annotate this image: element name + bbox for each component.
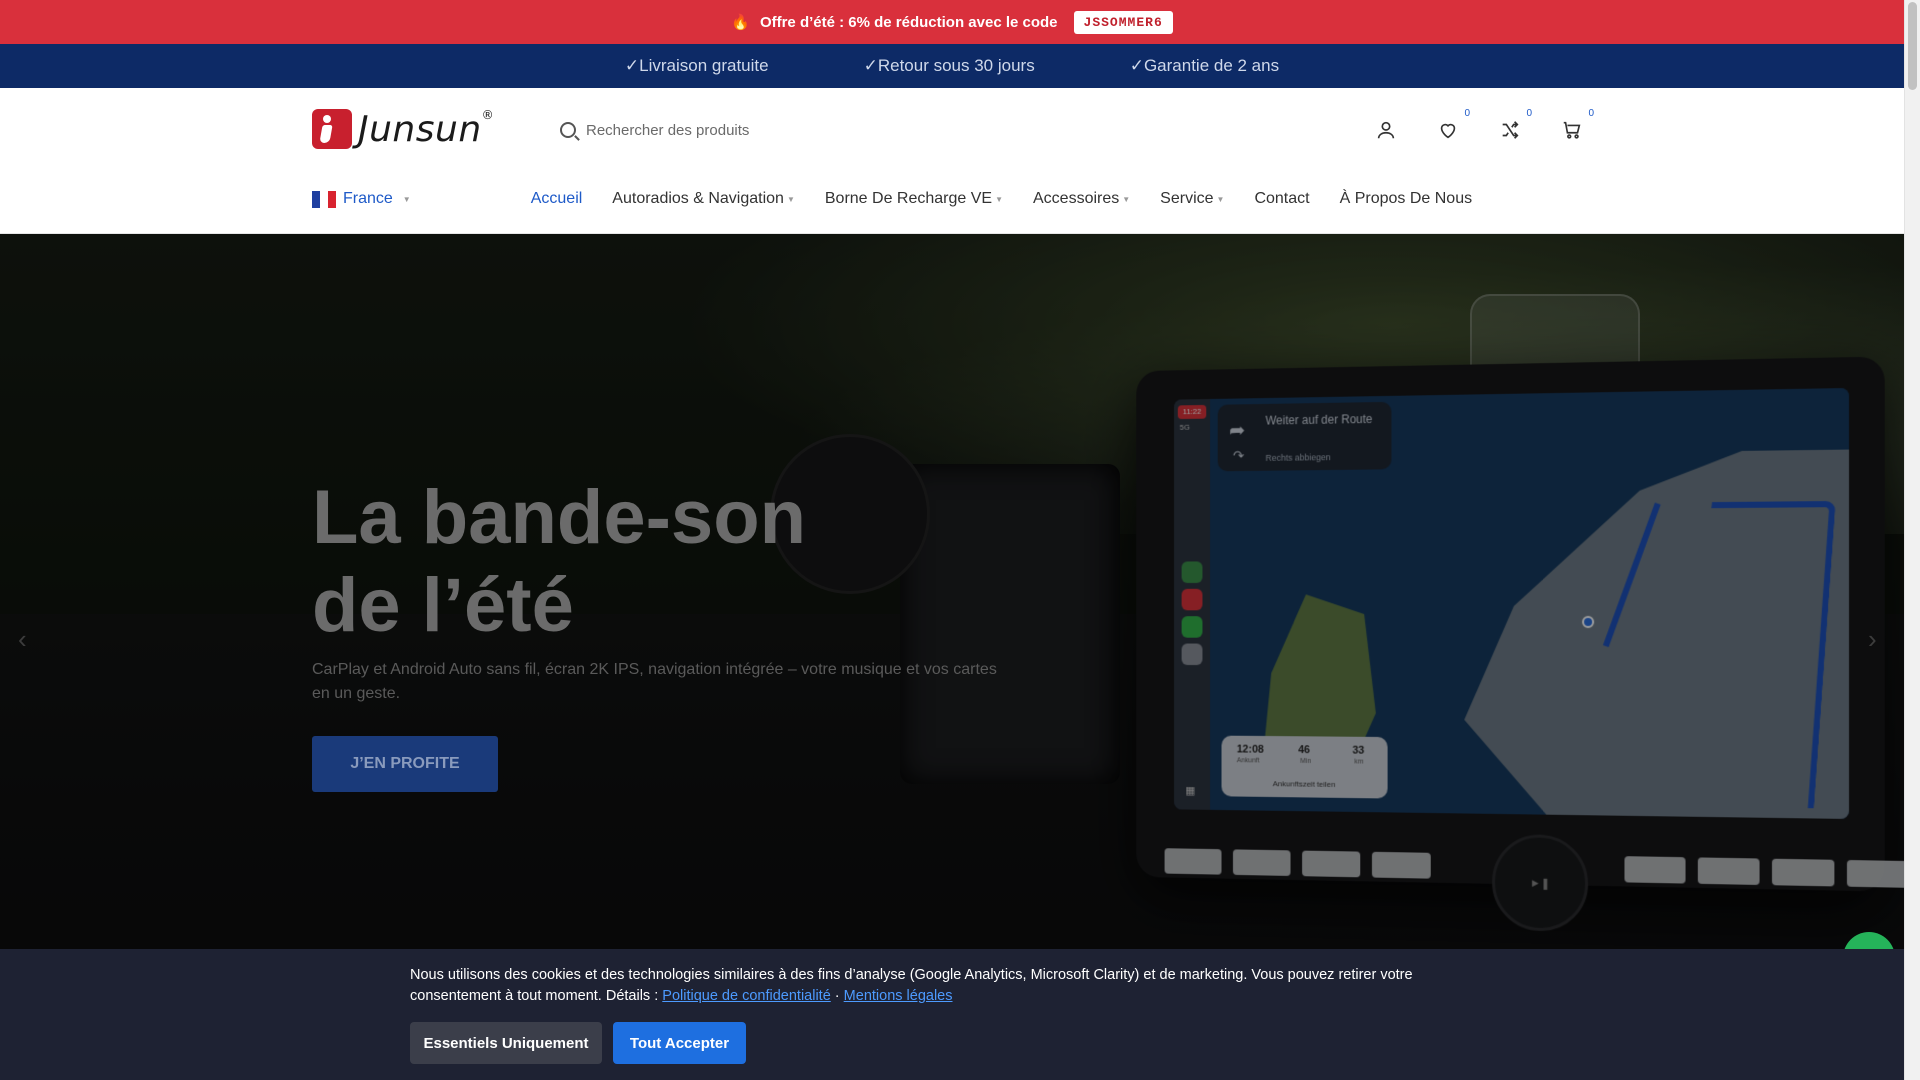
chevron-down-icon: ▼: [402, 194, 411, 204]
country-selector[interactable]: France ▼: [312, 190, 411, 208]
logo-icon: [312, 109, 352, 149]
usp-bar: ✓Livraison gratuite ✓Retour sous 30 jour…: [0, 44, 1904, 88]
nav-item-service[interactable]: Service ▼: [1160, 190, 1224, 208]
usp-item-returns: ✓Retour sous 30 jours: [863, 56, 1035, 75]
nav-item-contact[interactable]: Contact: [1254, 190, 1309, 208]
promo-bar: 🔥 Offre d’été : 6% de réduction avec le …: [0, 0, 1904, 44]
chevron-down-icon: ▼: [1216, 194, 1225, 204]
promo-text: Offre d’été : 6% de réduction avec le co…: [759, 13, 1058, 31]
fire-icon: 🔥: [731, 14, 750, 31]
nav-item-home[interactable]: Accueil: [531, 190, 583, 208]
search-bar: [560, 110, 1260, 150]
header-actions: 0 0 0: [1372, 108, 1594, 148]
site-header: Junsun® 0 0 0 France ▼ Accueil Autora: [0, 88, 1904, 234]
country-label: France: [343, 190, 393, 207]
cart-count: 0: [1588, 108, 1594, 119]
essential-only-button[interactable]: Essentiels Uniquement: [410, 1022, 602, 1064]
chevron-down-icon: ▼: [786, 194, 795, 204]
wishlist-count: 0: [1464, 108, 1470, 119]
cart-icon[interactable]: 0: [1558, 108, 1594, 148]
promo-code[interactable]: JSSOMMER6: [1073, 10, 1173, 34]
nav-item-car-radios[interactable]: Autoradios & Navigation ▼: [612, 190, 795, 208]
cookie-text: Nous utilisons des cookies et des techno…: [410, 967, 1413, 1004]
account-icon[interactable]: [1372, 112, 1400, 148]
compare-count: 0: [1526, 108, 1532, 119]
cookie-banner: Nous utilisons des cookies et des techno…: [0, 949, 1904, 1080]
scrollbar-thumb[interactable]: [1908, 2, 1917, 90]
accept-all-button[interactable]: Tout Accepter: [613, 1022, 746, 1064]
privacy-policy-link[interactable]: Politique de confidentialité: [662, 988, 830, 1004]
usp-item-shipping: ✓Livraison gratuite: [624, 56, 769, 75]
usp-item-warranty: ✓Garantie de 2 ans: [1129, 56, 1280, 75]
nav-item-accessories[interactable]: Accessoires ▼: [1033, 190, 1130, 208]
slider-prev-icon[interactable]: ‹: [18, 624, 27, 655]
slider-next-icon[interactable]: ›: [1868, 624, 1877, 655]
chevron-down-icon: ▼: [995, 194, 1003, 204]
compare-icon[interactable]: 0: [1496, 108, 1532, 148]
logo[interactable]: Junsun®: [312, 108, 494, 150]
hero-cta-button[interactable]: J’EN PROFITE: [312, 736, 498, 792]
page-scrollbar[interactable]: [1904, 0, 1920, 1080]
legal-notice-link[interactable]: Mentions légales: [844, 988, 953, 1004]
main-nav: France ▼ Accueil Autoradios & Navigation…: [312, 186, 1472, 212]
nav-item-about[interactable]: À Propos De Nous: [1340, 190, 1473, 208]
hero-headline: La bande-son de l’été: [312, 475, 807, 648]
logo-text: Junsun®: [358, 108, 495, 150]
wishlist-icon[interactable]: 0: [1434, 108, 1470, 148]
hero-subtitle: CarPlay et Android Auto sans fil, écran …: [312, 661, 997, 702]
chevron-down-icon: ▼: [1122, 194, 1131, 204]
search-input[interactable]: [586, 121, 1186, 139]
search-icon[interactable]: [560, 122, 576, 138]
france-flag-icon: [312, 190, 336, 208]
nav-item-ev-charger[interactable]: Borne De Recharge VE ▼: [825, 190, 1003, 208]
